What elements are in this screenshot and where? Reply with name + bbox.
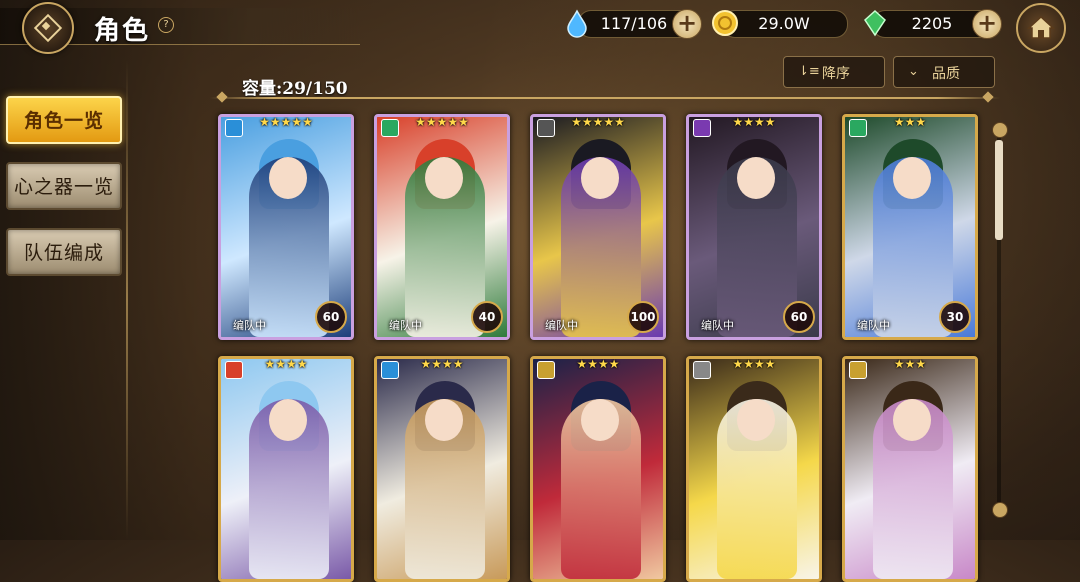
level-badge: 40 [471, 301, 503, 333]
character-face [893, 399, 931, 441]
page-title: 角色 [94, 16, 151, 46]
character-face [581, 157, 619, 199]
sidebar-item-team-formation[interactable]: 队伍编成 [6, 228, 122, 276]
rarity-stars: ★★★★ [264, 357, 308, 371]
in-team-label: 编队中 [545, 319, 578, 332]
gold-counter: 29.0W [722, 10, 848, 38]
sort-label: 降序 [822, 66, 850, 82]
in-team-label: 编队中 [389, 319, 422, 332]
capacity-label: 容量:29/150 [242, 79, 348, 99]
green-gem-icon [864, 9, 886, 37]
header-divider [210, 97, 1000, 99]
character-card[interactable]: ★★★★ [686, 356, 822, 582]
add-stamina-button[interactable]: + [672, 9, 702, 39]
gem-value: 2205 [911, 14, 953, 33]
chevron-down-icon: ⌄ [908, 64, 919, 79]
character-card[interactable]: ★★★★ [374, 356, 510, 582]
rarity-stars: ★★★★★ [259, 115, 313, 129]
in-team-label: 编队中 [857, 319, 890, 332]
sort-button[interactable]: ⇂≡ 降序 [783, 56, 885, 88]
add-gem-button[interactable]: + [972, 9, 1002, 39]
character-face [893, 157, 931, 199]
rarity-stars: ★★★ [893, 357, 927, 371]
character-face [581, 399, 619, 441]
stamina-drop-icon [567, 9, 587, 38]
character-face [425, 157, 463, 199]
gold-coin-icon [712, 10, 738, 36]
top-bar: 角色 ? 117/106 + 29.0W 2205 + [0, 0, 1080, 54]
character-card[interactable]: ★★★★ 编队中 60 [686, 114, 822, 340]
home-icon [1027, 15, 1055, 39]
scroll-up-cap [992, 122, 1008, 138]
rarity-stars: ★★★★ [576, 357, 620, 371]
character-face [269, 157, 307, 199]
character-card[interactable]: ★★★ 编队中 30 [842, 114, 978, 340]
in-team-label: 编队中 [233, 319, 266, 332]
home-button[interactable] [1016, 3, 1066, 53]
character-face [425, 399, 463, 441]
sort-icon: ⇂≡ [798, 64, 820, 79]
stamina-value: 117/106 [600, 14, 668, 33]
level-badge: 60 [783, 301, 815, 333]
character-face [737, 157, 775, 199]
gold-value: 29.0W [758, 14, 810, 33]
character-face [269, 399, 307, 441]
level-badge: 60 [315, 301, 347, 333]
sidebar-divider [126, 60, 128, 540]
back-button[interactable] [22, 2, 74, 54]
character-card[interactable]: ★★★ [842, 356, 978, 582]
in-team-label: 编队中 [701, 319, 734, 332]
scroll-down-cap [992, 502, 1008, 518]
character-card[interactable]: ★★★★★ 编队中 60 [218, 114, 354, 340]
character-card[interactable]: ★★★★ [530, 356, 666, 582]
rarity-stars: ★★★★ [732, 357, 776, 371]
character-card[interactable]: ★★★★★ 编队中 100 [530, 114, 666, 340]
help-icon[interactable]: ? [158, 17, 174, 33]
rarity-stars: ★★★★★ [571, 115, 625, 129]
character-card[interactable]: ★★★★ [218, 356, 354, 582]
rarity-stars: ★★★★ [732, 115, 776, 129]
rarity-stars: ★★★★ [420, 357, 464, 371]
level-badge: 100 [627, 301, 659, 333]
scrollbar-thumb[interactable] [995, 140, 1003, 240]
character-card[interactable]: ★★★★★ 编队中 40 [374, 114, 510, 340]
rarity-stars: ★★★ [893, 115, 927, 129]
sidebar-item-heart-vessel-list[interactable]: 心之器一览 [6, 162, 122, 210]
level-badge: 30 [939, 301, 971, 333]
character-face [737, 399, 775, 441]
sidebar-item-character-list[interactable]: 角色一览 [6, 96, 122, 144]
rarity-stars: ★★★★★ [415, 115, 469, 129]
filter-label: 品质 [932, 66, 960, 82]
filter-button[interactable]: ⌄ 品质 [893, 56, 995, 88]
